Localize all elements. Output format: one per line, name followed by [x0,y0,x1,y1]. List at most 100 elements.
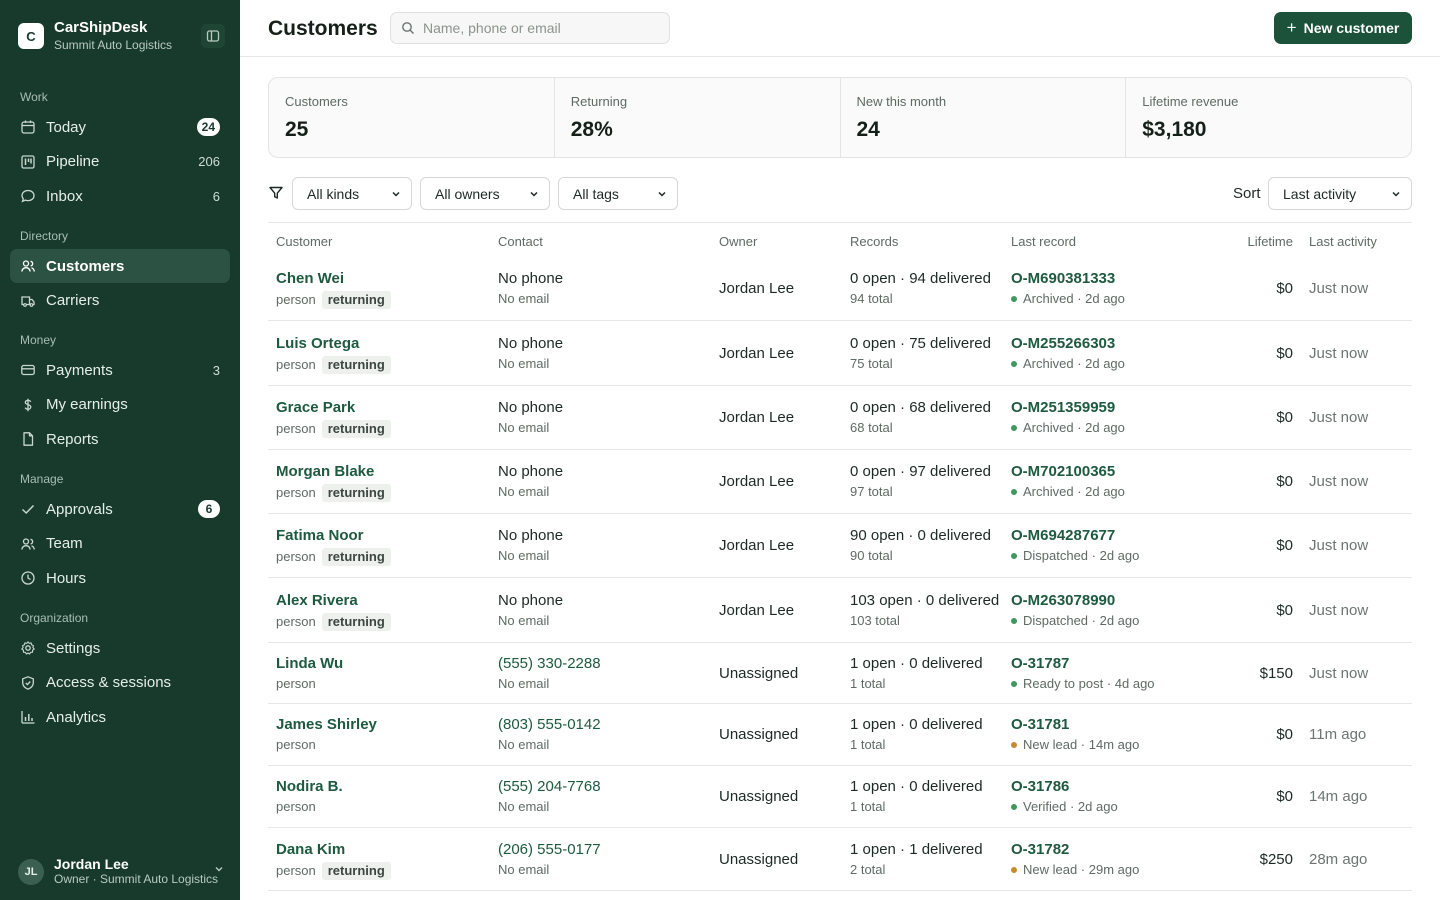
records-total: 75 total [850,356,893,371]
records-total: 90 total [850,548,893,563]
kinds-select[interactable]: All kinds [292,177,412,210]
sidebar-item-customers[interactable]: Customers [10,249,230,283]
table-row[interactable]: Nodira B. person (555) 204-7768 No email Una… [268,766,1412,828]
last-record-link[interactable]: O-31782 [1011,841,1069,859]
customer-kind: person returning [276,613,391,631]
customer-name-link[interactable]: Linda Wu [276,655,343,673]
last-record-link[interactable]: O-M255266303 [1011,335,1115,353]
contact-email: No email [498,799,550,814]
customer-name-link[interactable]: Grace Park [276,399,355,417]
column-header-owner[interactable]: Owner [719,234,757,249]
file-icon [20,431,36,447]
lifetime-value: $0 [1276,473,1293,490]
nav-badge: 6 [198,500,220,518]
brand[interactable]: C CarShipDesk Summit Auto Logistics [18,19,172,53]
last-activity: 28m ago [1309,851,1368,868]
customer-name-link[interactable]: Chen Wei [276,270,344,288]
customer-kind: person returning [276,862,391,880]
sidebar-item-access-sessions[interactable]: Access & sessions [10,666,230,700]
sidebar-item-analytics[interactable]: Analytics [10,700,230,734]
contact-email: No email [498,420,550,435]
check-icon [20,501,36,517]
sidebar-item-inbox[interactable]: Inbox 6 [10,179,230,213]
sidebar-item-payments[interactable]: Payments 3 [10,353,230,387]
sidebar-item-hours[interactable]: Hours [10,561,230,595]
customer-name-link[interactable]: Nodira B. [276,778,343,796]
sidebar-item-reports[interactable]: Reports [10,422,230,456]
last-record-status: Dispatched · 2d ago [1011,548,1139,564]
owner: Jordan Lee [719,345,795,362]
sidebar-item-team[interactable]: Team [10,527,230,561]
stat-customers: Customers 25 [269,78,555,157]
column-header-last-activity[interactable]: Last activity [1309,234,1377,249]
table-row[interactable]: Alex Rivera person returning No phone No ema… [268,578,1412,643]
records-total: 1 total [850,737,886,752]
lifetime-value: $150 [1259,665,1293,682]
table-row[interactable]: Dana Kim person returning (206) 555-0177 No … [268,828,1412,891]
contact-phone: No phone [498,592,564,609]
owners-select[interactable]: All owners [420,177,550,210]
last-record-link[interactable]: O-M694287677 [1011,527,1115,545]
sidebar-item-approvals[interactable]: Approvals 6 [10,492,230,526]
column-header-lifetime[interactable]: Lifetime [1213,234,1293,249]
last-record-link[interactable]: O-31781 [1011,716,1069,734]
sidebar-item-today[interactable]: Today 24 [10,110,230,144]
last-record-link[interactable]: O-M263078990 [1011,592,1115,610]
user-role: Owner · Summit Auto Logistics [54,872,219,886]
last-record-link[interactable]: O-M690381333 [1011,270,1115,288]
customer-name-link[interactable]: Morgan Blake [276,463,374,481]
contact-phone[interactable]: (555) 330-2288 [498,655,601,673]
search-box[interactable] [390,12,670,44]
sidebar-item-my-earnings[interactable]: My earnings [10,388,230,422]
column-header-customer[interactable]: Customer [276,234,332,249]
tags-select[interactable]: All tags [558,177,678,210]
last-record-link[interactable]: O-31787 [1011,655,1069,673]
table-row[interactable]: Fatima Noor person returning No phone No ema… [268,514,1412,578]
table-row[interactable]: Linda Wu person (555) 330-2288 No email Unas… [268,643,1412,704]
kind-label: person [276,421,316,436]
records-summary: 0 open · 75 delivered [850,335,991,352]
nav-section-title: Manage [20,472,64,486]
chevron-down-icon [530,191,538,197]
new-customer-button[interactable]: + New customer [1274,12,1412,44]
last-record-link[interactable]: O-31786 [1011,778,1069,796]
customer-name-link[interactable]: Fatima Noor [276,527,364,545]
owner: Jordan Lee [719,409,795,426]
sidebar-item-label: Inbox [46,187,83,205]
table-row[interactable]: Grace Park person returning No phone No emai… [268,386,1412,450]
sort-value: Last activity [1283,185,1357,202]
table-row[interactable]: James Shirley person (803) 555-0142 No emai… [268,704,1412,766]
table-row[interactable]: Chen Wei person returning No phone No email J… [268,257,1412,321]
sidebar-item-carriers[interactable]: Carriers [10,284,230,318]
contact-phone[interactable]: (555) 204-7768 [498,778,601,796]
status-dot [1011,681,1017,687]
last-activity: Just now [1309,280,1369,297]
last-activity: 11m ago [1309,726,1367,743]
last-activity: Just now [1309,409,1369,426]
sidebar-item-label: Pipeline [46,153,100,171]
kanban-icon [20,154,36,170]
sidebar-item-settings[interactable]: Settings [10,631,230,665]
user-menu[interactable]: JL Jordan Lee Owner · Summit Auto Logist… [18,856,228,887]
sidebar-item-label: Access & sessions [46,674,172,692]
contact-phone[interactable]: (803) 555-0142 [498,716,601,734]
sidebar-collapse-button[interactable] [201,24,225,48]
customer-name-link[interactable]: James Shirley [276,716,377,734]
column-header-records[interactable]: Records [850,234,898,249]
table-row[interactable]: Luis Ortega person returning No phone No ema… [268,321,1412,386]
table-row[interactable]: Morgan Blake person returning No phone No em… [268,450,1412,514]
kind-label: person [276,357,316,372]
contact-phone[interactable]: (206) 555-0177 [498,841,601,859]
search-input[interactable] [423,20,663,36]
customer-name-link[interactable]: Luis Ortega [276,335,359,353]
sort-select[interactable]: Last activity [1268,177,1412,210]
nav-count: 3 [212,362,220,378]
last-record-link[interactable]: O-M251359959 [1011,399,1115,417]
column-header-contact[interactable]: Contact [498,234,543,249]
sidebar-item-pipeline[interactable]: Pipeline 206 [10,145,230,179]
returning-tag: returning [321,862,391,880]
customer-name-link[interactable]: Alex Rivera [276,592,358,610]
last-record-link[interactable]: O-M702100365 [1011,463,1115,481]
customer-name-link[interactable]: Dana Kim [276,841,345,859]
column-header-last-record[interactable]: Last record [1011,234,1076,249]
